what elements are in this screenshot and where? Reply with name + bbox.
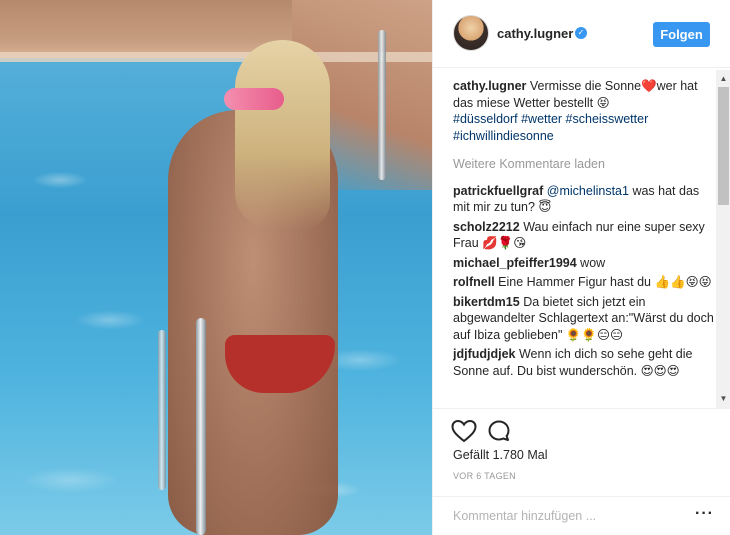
pool-ladder-rail <box>158 330 166 490</box>
comment-username[interactable]: jdjfudjdjek <box>453 347 516 361</box>
comment-text: wow <box>580 255 606 270</box>
caption-username[interactable]: cathy.lugner <box>453 79 526 93</box>
list-item: patrickfuellgraf @michelinsta1 was hat d… <box>453 183 715 216</box>
comment-username[interactable]: michael_pfeiffer1994 <box>453 256 577 270</box>
scroll-up-icon[interactable]: ▲ <box>716 72 730 86</box>
person-hair <box>235 40 330 230</box>
sunglasses <box>224 88 284 110</box>
follow-button[interactable]: Folgen <box>653 22 710 47</box>
comment-username[interactable]: rolfnell <box>453 275 495 289</box>
list-item: bikertdm15 Da bietet sich jetzt ein abge… <box>453 294 715 344</box>
list-item: michael_pfeiffer1994 wow <box>453 255 715 272</box>
load-more-comments[interactable]: Weitere Kommentare laden <box>453 156 715 173</box>
username-link[interactable]: cathy.lugner <box>497 26 573 41</box>
list-item: scholz2212 Wau einfach nur eine super se… <box>453 219 715 252</box>
list-item: jdjfudjdjek Wenn ich dich so sehe geht d… <box>453 346 715 379</box>
post-time[interactable]: VOR 6 TAGEN <box>453 471 516 481</box>
comment-mention[interactable]: @michelinsta1 <box>547 184 629 198</box>
caption-hashtags[interactable]: #düsseldorf #wetter #scheisswetter #ichw… <box>453 112 648 143</box>
comment-username[interactable]: scholz2212 <box>453 220 520 234</box>
verified-badge-icon: ✓ <box>575 27 587 39</box>
caption: cathy.lugner Vermisse die Sonne❤️wer hat… <box>453 78 715 144</box>
comment-input[interactable] <box>453 505 683 527</box>
scrollbar-thumb[interactable] <box>718 87 729 205</box>
pool-ladder-rail <box>196 318 206 535</box>
post-actions: Gefällt 1.780 Mal VOR 6 TAGEN <box>433 408 730 498</box>
heart-icon[interactable] <box>451 419 477 443</box>
likes-count[interactable]: Gefällt 1.780 Mal <box>453 448 548 462</box>
comment-username[interactable]: patrickfuellgraf <box>453 184 543 198</box>
comment-username[interactable]: bikertdm15 <box>453 295 520 309</box>
post-sidebar: cathy.lugner ✓ Folgen cathy.lugner Vermi… <box>432 0 730 535</box>
scroll-down-icon[interactable]: ▼ <box>716 392 730 406</box>
more-options-icon[interactable]: ··· <box>695 506 714 522</box>
comment-icon[interactable] <box>487 419 511 443</box>
comment-text: Eine Hammer Figur hast du 👍👍😝😝 <box>498 275 712 289</box>
pool-rail <box>378 30 386 180</box>
avatar[interactable] <box>453 15 489 51</box>
post-photo[interactable] <box>0 0 432 535</box>
post-header: cathy.lugner ✓ Folgen <box>433 0 730 68</box>
comments-list: cathy.lugner Vermisse die Sonne❤️wer hat… <box>453 78 715 408</box>
comments-scrollbar[interactable]: ▲ ▼ <box>716 70 730 408</box>
add-comment-bar: ··· <box>433 496 730 535</box>
list-item: rolfnell Eine Hammer Figur hast du 👍👍😝😝 <box>453 274 715 291</box>
